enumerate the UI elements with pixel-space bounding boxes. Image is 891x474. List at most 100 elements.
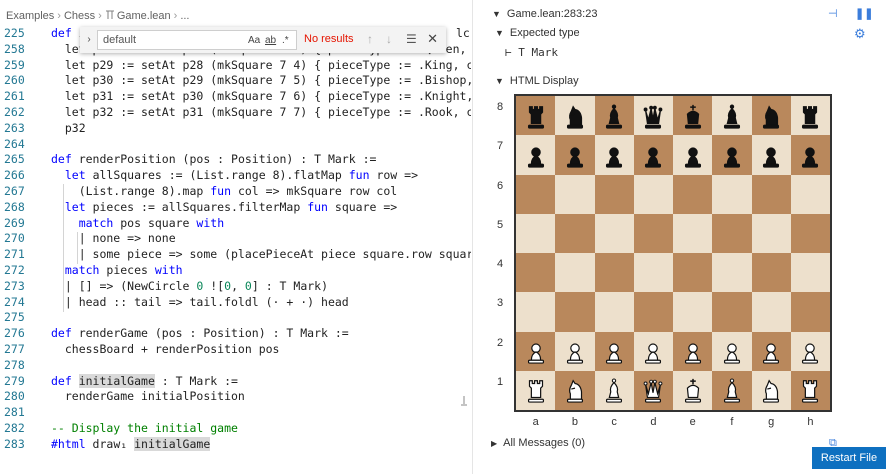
find-input[interactable]: default Aa ab .* bbox=[97, 30, 297, 50]
expected-type-value: ⊢ T Mark bbox=[505, 46, 558, 59]
code-line[interactable]: 272 match pieces with bbox=[0, 262, 471, 278]
breadcrumb-item[interactable]: Chess bbox=[64, 10, 95, 22]
code-line[interactable]: 282 -- Display the initial game bbox=[0, 420, 471, 436]
code-line[interactable]: 275 bbox=[0, 309, 471, 325]
html-display-header[interactable]: ▼ HTML Display bbox=[495, 75, 579, 87]
file-label: h bbox=[807, 416, 814, 428]
code-line[interactable]: 263 p32 bbox=[0, 120, 471, 136]
board-square-e3 bbox=[673, 292, 713, 332]
code-line[interactable]: 269 match pos square with bbox=[0, 215, 471, 231]
expected-type-label: Expected type bbox=[509, 27, 580, 39]
line-number: 269 bbox=[4, 215, 25, 230]
line-number: 270 bbox=[4, 231, 25, 246]
code-line[interactable]: 260 let p30 := setAt p29 (mkSquare 7 5) … bbox=[0, 72, 471, 88]
board-square-g6 bbox=[751, 174, 791, 214]
breadcrumb-item[interactable]: Game.lean bbox=[117, 10, 171, 22]
line-number: 258 bbox=[4, 41, 25, 56]
board-square-d6 bbox=[633, 174, 673, 214]
code-line[interactable]: 271 | some piece => some (placePieceAt p… bbox=[0, 246, 471, 262]
board-square-e6 bbox=[673, 174, 713, 214]
board-square-g7 bbox=[751, 135, 791, 175]
toggle-replace-icon[interactable]: › bbox=[82, 27, 96, 53]
line-number: 280 bbox=[4, 389, 25, 404]
code-editor[interactable]: Examples›Chess›Game.lean›... 225 def init… bbox=[0, 0, 471, 474]
black-pawn-icon bbox=[523, 141, 549, 169]
code-line[interactable]: 264 bbox=[0, 136, 471, 152]
board-square-b6 bbox=[555, 174, 595, 214]
pause-icon[interactable]: ❚❚ bbox=[855, 7, 873, 20]
board-square-h7 bbox=[790, 135, 830, 175]
next-match-icon[interactable]: ↓ bbox=[386, 32, 392, 46]
code-line[interactable]: 281 bbox=[0, 404, 471, 420]
board-square-b2 bbox=[555, 331, 595, 371]
code-line[interactable]: 277 chessBoard + renderPosition pos bbox=[0, 341, 471, 357]
previous-match-icon[interactable]: ↑ bbox=[367, 32, 373, 46]
restart-file-button[interactable]: Restart File bbox=[812, 447, 886, 469]
code-line[interactable]: 268 let pieces := allSquares.filterMap f… bbox=[0, 199, 471, 215]
code-text: | none => none bbox=[51, 231, 176, 246]
rank-label: 5 bbox=[496, 218, 504, 231]
code-text: chessBoard + renderPosition pos bbox=[51, 342, 280, 356]
code-line[interactable]: 267 (List.range 8).map fun col => mkSqua… bbox=[0, 183, 471, 199]
code-line[interactable]: 273 | [] => (NewCircle 0 ![0, 0] : T Mar… bbox=[0, 278, 471, 294]
code-line[interactable]: 280 renderGame initialPosition bbox=[0, 388, 471, 404]
code-line[interactable]: 270 | none => none bbox=[0, 230, 471, 246]
white-knight-icon bbox=[562, 376, 588, 404]
regex-button[interactable]: .* bbox=[282, 35, 289, 46]
code-text: let p32 := setAt p31 (mkSquare 7 7) { pi… bbox=[51, 105, 471, 119]
code-text: def renderPosition (pos : Position) : T … bbox=[51, 152, 377, 167]
line-number: 274 bbox=[4, 294, 25, 309]
whole-word-button[interactable]: ab bbox=[265, 35, 276, 46]
code-text: | [] => (NewCircle 0 ![0, 0] : T Mark) bbox=[51, 278, 329, 293]
code-line[interactable]: 283 #html draw₁ initialGame bbox=[0, 436, 471, 452]
white-pawn-icon bbox=[562, 337, 588, 365]
file-label: f bbox=[730, 416, 734, 428]
settings-gear-icon[interactable]: ⚙ bbox=[854, 26, 866, 42]
match-case-button[interactable]: Aa bbox=[248, 35, 260, 46]
find-in-selection-icon[interactable]: ☰ bbox=[406, 32, 417, 46]
white-rook-icon bbox=[797, 376, 823, 404]
collapse-triangle-icon: ▼ bbox=[495, 28, 504, 38]
white-knight-icon bbox=[758, 376, 784, 404]
line-number: 261 bbox=[4, 89, 25, 104]
collapse-triangle-icon: ▼ bbox=[492, 9, 501, 19]
board-square-e4 bbox=[673, 253, 713, 293]
code-line[interactable]: 261 let p31 := setAt p30 (mkSquare 7 6) … bbox=[0, 88, 471, 104]
line-number: 281 bbox=[4, 405, 25, 420]
pin-icon[interactable]: ⊣ bbox=[828, 7, 838, 20]
breadcrumb-item[interactable]: ... bbox=[180, 10, 189, 22]
white-pawn-icon bbox=[719, 337, 745, 365]
board-square-d7 bbox=[633, 135, 673, 175]
line-number: 266 bbox=[4, 168, 25, 183]
goal-location-header[interactable]: ▼ Game.lean:283:23 bbox=[492, 8, 597, 20]
code-line[interactable]: 259 let p29 := setAt p28 (mkSquare 7 4) … bbox=[0, 57, 471, 73]
board-square-f8 bbox=[712, 96, 752, 136]
line-number: 260 bbox=[4, 73, 25, 88]
white-pawn-icon bbox=[640, 337, 666, 365]
all-messages-header[interactable]: ▶ All Messages (0) bbox=[491, 437, 585, 449]
white-queen-icon bbox=[640, 376, 666, 404]
board-square-d5 bbox=[633, 213, 673, 253]
code-line[interactable]: 274 | head :: tail => tail.foldl (· + ·)… bbox=[0, 294, 471, 310]
code-line[interactable]: 262 let p32 := setAt p31 (mkSquare 7 7) … bbox=[0, 104, 471, 120]
breadcrumb-item[interactable]: Examples bbox=[6, 10, 54, 22]
board-square-h5 bbox=[790, 213, 830, 253]
board-square-b3 bbox=[555, 292, 595, 332]
code-line[interactable]: 276 def renderGame (pos : Position) : T M… bbox=[0, 325, 471, 341]
code-line[interactable]: 265 def renderPosition (pos : Position) :… bbox=[0, 151, 471, 167]
black-pawn-icon bbox=[640, 141, 666, 169]
expected-type-header[interactable]: ▼ Expected type bbox=[495, 27, 580, 39]
rank-label: 8 bbox=[496, 101, 504, 113]
code-line[interactable]: 278 bbox=[0, 357, 471, 373]
close-icon[interactable]: ✕ bbox=[427, 31, 438, 47]
code-line[interactable]: 279 def initialGame : T Mark := bbox=[0, 373, 471, 389]
black-pawn-icon bbox=[601, 141, 627, 169]
board-square-a7 bbox=[516, 135, 556, 175]
code-text: let p30 := setAt p29 (mkSquare 7 5) { pi… bbox=[51, 73, 471, 88]
board-square-e2 bbox=[673, 331, 713, 371]
goal-location-label: Game.lean:283:23 bbox=[506, 8, 598, 20]
board-square-d8 bbox=[633, 96, 673, 136]
board-square-h4 bbox=[790, 253, 830, 293]
black-pawn-icon bbox=[562, 141, 588, 169]
code-line[interactable]: 266 let allSquares := (List.range 8).fla… bbox=[0, 167, 471, 183]
